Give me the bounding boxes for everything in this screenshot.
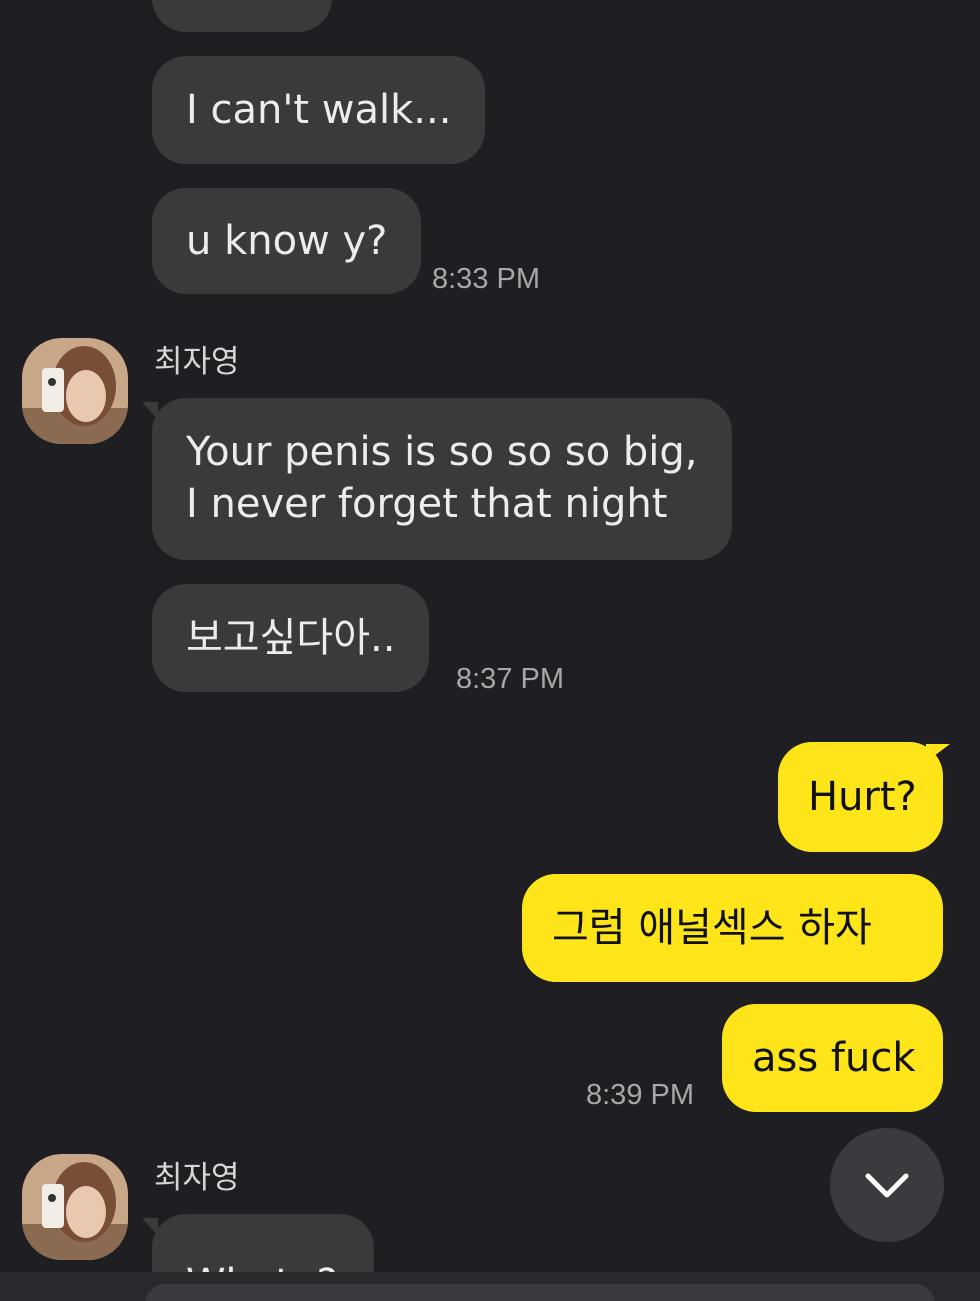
message-text: ass fuck: [752, 1035, 916, 1081]
message-text-line: I never forget that night: [186, 481, 668, 527]
message-text: 보고싶다아..: [186, 615, 396, 661]
message-text: u know y?: [186, 218, 388, 264]
avatar[interactable]: [22, 1154, 128, 1260]
sender-name: 최자영: [154, 1160, 240, 1196]
message-bubble-outgoing[interactable]: 그럼 애널섹스 하자: [522, 874, 943, 982]
message-bubble-incoming[interactable]: Your penis is so so so big, I never forg…: [152, 398, 732, 560]
avatar-image: [22, 1154, 128, 1260]
message-text: Hurt?: [808, 774, 917, 820]
message-bubble-outgoing[interactable]: ass fuck: [722, 1004, 943, 1112]
message-input[interactable]: [145, 1284, 935, 1301]
message-bubble-outgoing[interactable]: Hurt?: [778, 742, 943, 852]
chevron-down-icon: [865, 1173, 909, 1198]
message-bubble-incoming[interactable]: 보고싶다아..: [152, 584, 430, 692]
scroll-to-bottom-button[interactable]: [830, 1128, 944, 1242]
message-text: I can't walk...: [186, 87, 452, 133]
message-bubble-incoming[interactable]: u know y?: [152, 188, 422, 294]
chat-window: I can't walk... u know y? 8:33 PM 최자영 Yo…: [0, 0, 980, 1301]
avatar-image: [22, 338, 128, 444]
message-timestamp: 8:33 PM: [432, 263, 540, 295]
message-bubble-incoming[interactable]: I can't walk...: [152, 56, 486, 164]
message-timestamp: 8:37 PM: [456, 663, 564, 695]
message-text: 그럼 애널섹스 하자: [552, 905, 872, 951]
message-text-line: Your penis is so so so big,: [186, 429, 698, 475]
avatar[interactable]: [22, 338, 128, 444]
message-bubble-incoming[interactable]: [152, 0, 332, 32]
sender-name: 최자영: [154, 344, 240, 380]
message-timestamp: 8:39 PM: [586, 1079, 694, 1111]
